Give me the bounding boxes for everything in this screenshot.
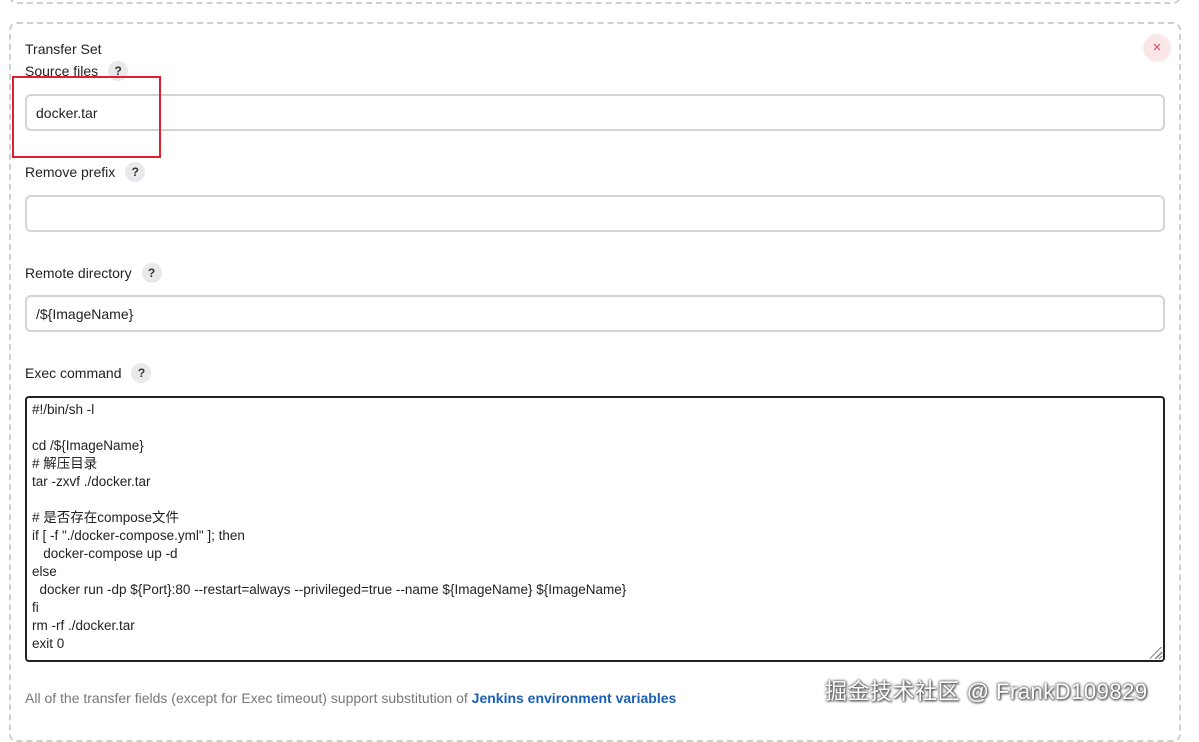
exec-command-help-icon[interactable]: ?: [131, 363, 152, 383]
footer-note: All of the transfer fields (except for E…: [25, 690, 676, 706]
exec-command-label-row: Exec command ?: [25, 363, 152, 383]
remove-prefix-input[interactable]: [25, 195, 1165, 232]
source-files-label: Source files: [25, 63, 99, 79]
remote-directory-label: Remote directory: [25, 265, 132, 281]
watermark: 掘金技术社区 @ FrankD109829: [825, 679, 1148, 704]
transfer-set-title: Transfer Set: [25, 41, 102, 57]
source-files-label-row: Source files ?: [25, 61, 129, 81]
remove-prefix-label: Remove prefix: [25, 164, 116, 180]
exec-command-textarea[interactable]: [25, 396, 1165, 662]
textarea-resize-handle[interactable]: [1150, 647, 1162, 659]
remote-directory-input[interactable]: [25, 295, 1165, 332]
exec-command-label: Exec command: [25, 365, 122, 381]
remote-directory-label-row: Remote directory ?: [25, 263, 162, 283]
remove-prefix-label-row: Remove prefix ?: [25, 162, 146, 182]
source-files-help-icon[interactable]: ?: [108, 61, 129, 81]
source-files-input[interactable]: [25, 94, 1165, 131]
footer-note-text: All of the transfer fields (except for E…: [25, 690, 472, 706]
remote-directory-help-icon[interactable]: ?: [141, 263, 162, 283]
previous-section-border: [9, 0, 1181, 4]
remove-transfer-set-button[interactable]: ×: [1143, 34, 1171, 62]
remove-prefix-help-icon[interactable]: ?: [125, 162, 146, 182]
jenkins-env-vars-link[interactable]: Jenkins environment variables: [472, 690, 677, 706]
